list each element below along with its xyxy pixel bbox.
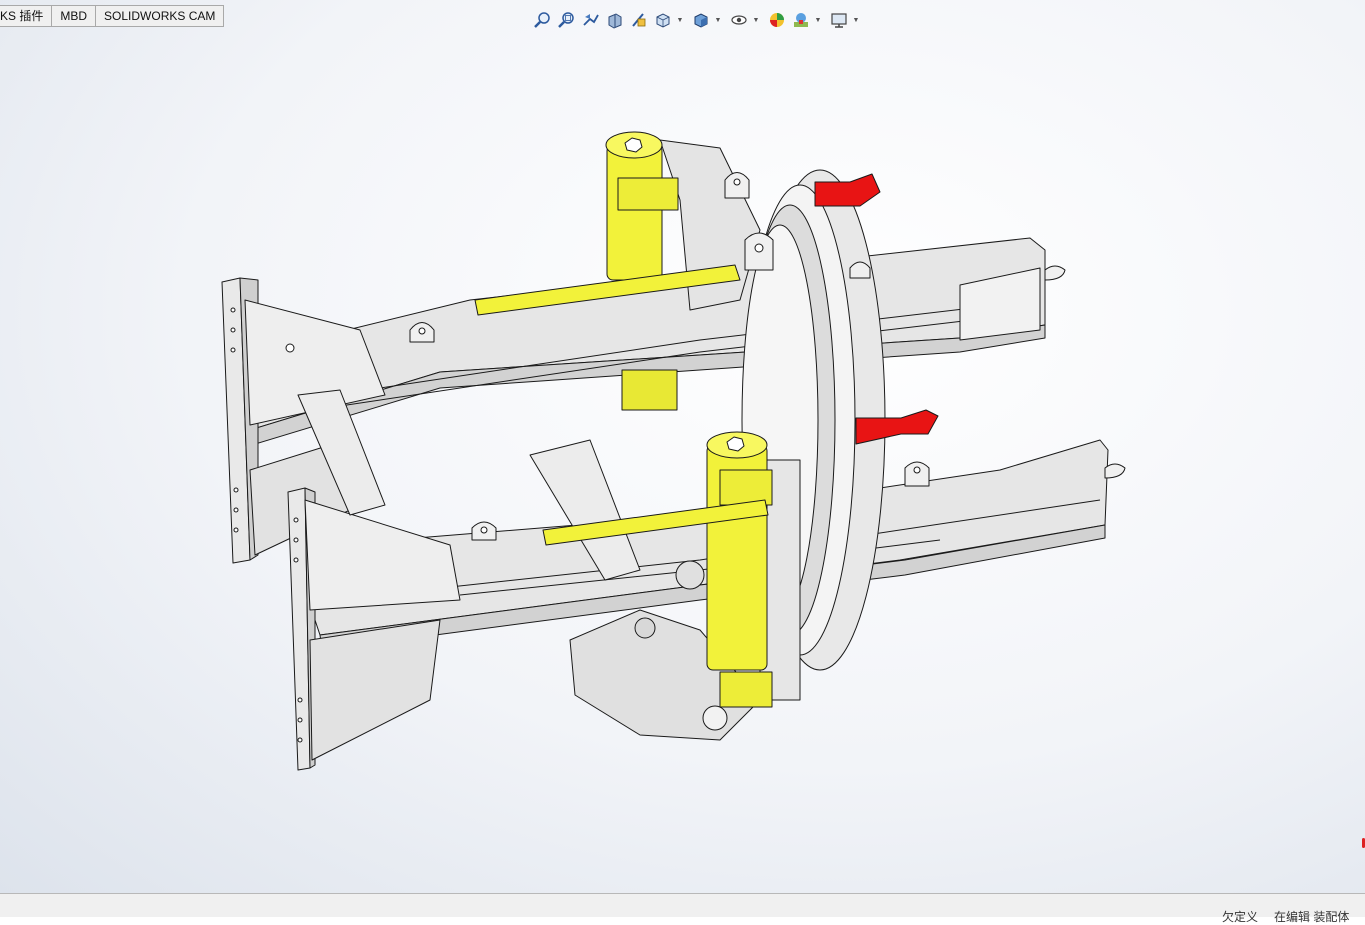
dynamic-annotation-icon[interactable] bbox=[628, 9, 650, 31]
view-settings-icon[interactable] bbox=[828, 9, 850, 31]
definition-status: 欠定义 bbox=[1222, 910, 1259, 924]
edit-appearance-icon[interactable] bbox=[766, 9, 788, 31]
apply-scene-icon[interactable] bbox=[790, 9, 812, 31]
hide-show-dropdown-icon[interactable]: ▼ bbox=[752, 9, 760, 31]
display-style-icon[interactable] bbox=[690, 9, 712, 31]
zoom-to-area-icon[interactable] bbox=[556, 9, 578, 31]
view-settings-dropdown-icon[interactable]: ▼ bbox=[852, 9, 860, 31]
hide-show-items-icon[interactable] bbox=[728, 9, 750, 31]
tab-plugins[interactable]: KS 插件 bbox=[0, 5, 53, 27]
command-manager-tabs: KS 插件 MBD SOLIDWORKS CAM bbox=[0, 5, 225, 27]
previous-view-icon[interactable] bbox=[580, 9, 602, 31]
tab-solidworks-cam[interactable]: SOLIDWORKS CAM bbox=[96, 5, 225, 27]
assembly-model[interactable] bbox=[0, 0, 1365, 893]
view-orientation-icon[interactable] bbox=[652, 9, 674, 31]
graphics-viewport[interactable]: KS 插件 MBD SOLIDWORKS CAM ▼ ▼ ▼ ▼ ▼ bbox=[0, 0, 1365, 893]
section-view-icon[interactable] bbox=[604, 9, 626, 31]
tab-mbd[interactable]: MBD bbox=[52, 5, 97, 27]
editing-status: 在编辑 装配体 bbox=[1274, 910, 1350, 924]
status-bar: 欠定义 在编辑 装配体 bbox=[0, 893, 1365, 924]
heads-up-view-toolbar: ▼ ▼ ▼ ▼ ▼ bbox=[532, 9, 864, 31]
apply-scene-dropdown-icon[interactable]: ▼ bbox=[814, 9, 822, 31]
display-style-dropdown-icon[interactable]: ▼ bbox=[714, 9, 722, 31]
zoom-to-fit-icon[interactable] bbox=[532, 9, 554, 31]
view-orientation-dropdown-icon[interactable]: ▼ bbox=[676, 9, 684, 31]
